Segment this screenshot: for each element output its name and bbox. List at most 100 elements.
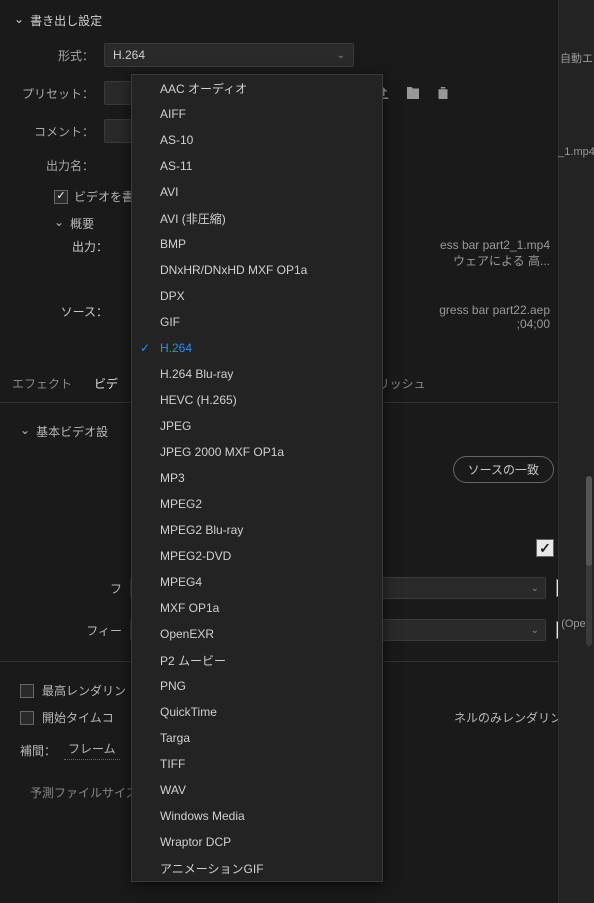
- export-video-checkbox[interactable]: [54, 190, 68, 204]
- format-option[interactable]: QuickTime: [132, 699, 382, 725]
- format-option[interactable]: AS-10: [132, 127, 382, 153]
- format-option[interactable]: MXF OP1a: [132, 595, 382, 621]
- format-option-label: JPEG 2000 MXF OP1a: [160, 445, 284, 459]
- format-option[interactable]: H.264 Blu-ray: [132, 361, 382, 387]
- format-value: H.264: [113, 48, 145, 62]
- interp-dropdown[interactable]: フレーム: [64, 740, 120, 760]
- format-option[interactable]: AIFF: [132, 101, 382, 127]
- chevron-down-icon: ⌄: [337, 50, 345, 61]
- format-option-label: MPEG2-DVD: [160, 549, 231, 563]
- alpha-only-label: ネルのみレンダリング: [454, 709, 574, 726]
- max-render-checkbox[interactable]: [20, 684, 34, 698]
- format-option-label: OpenEXR: [160, 627, 214, 641]
- right-file: _1.mp4: [558, 146, 594, 158]
- format-option[interactable]: BMP: [132, 231, 382, 257]
- chevron-down-icon: ⌄: [531, 625, 539, 636]
- format-option-label: AAC オーディオ: [160, 80, 247, 97]
- format-option-label: AS-10: [160, 133, 193, 147]
- format-option[interactable]: JPEG 2000 MXF OP1a: [132, 439, 382, 465]
- format-option-label: アニメーションGIF: [160, 860, 264, 877]
- format-option[interactable]: DPX: [132, 283, 382, 309]
- format-option[interactable]: OpenEXR: [132, 621, 382, 647]
- format-option[interactable]: JPEG: [132, 413, 382, 439]
- format-option[interactable]: Targa: [132, 725, 382, 751]
- section-title: 書き出し設定: [30, 12, 102, 29]
- export-video-label: ビデオを書: [74, 188, 134, 205]
- format-option-label: WAV: [160, 783, 186, 797]
- format-option-label: AIFF: [160, 107, 186, 121]
- comment-label: コメント：: [14, 123, 104, 140]
- format-option[interactable]: PNG: [132, 673, 382, 699]
- match-source-button[interactable]: ソースの一致: [453, 456, 554, 483]
- format-option[interactable]: Windows Media: [132, 803, 382, 829]
- format-option-label: AS-11: [160, 159, 192, 173]
- preset-label: プリセット：: [14, 85, 104, 102]
- format-option[interactable]: Wraptor DCP: [132, 829, 382, 855]
- format-option[interactable]: TIFF: [132, 751, 382, 777]
- scrollbar-thumb[interactable]: [586, 476, 592, 566]
- tab-effect[interactable]: エフェクト: [10, 371, 74, 396]
- interp-label: 補間：: [20, 742, 56, 759]
- import-preset-icon[interactable]: [404, 84, 422, 102]
- format-option[interactable]: MPEG4: [132, 569, 382, 595]
- format-option-label: Windows Media: [160, 809, 245, 823]
- format-option-label: H.264: [160, 341, 192, 355]
- format-option[interactable]: GIF: [132, 309, 382, 335]
- format-option-label: DNxHR/DNxHD MXF OP1a: [160, 263, 307, 277]
- format-option-label: MPEG2: [160, 497, 202, 511]
- format-option-label: MP3: [160, 471, 185, 485]
- format-option-label: PNG: [160, 679, 186, 693]
- format-option-label: QuickTime: [160, 705, 217, 719]
- format-option[interactable]: ✓ H.264: [132, 335, 382, 361]
- format-option-label: AVI: [160, 185, 178, 199]
- format-option-label: HEVC (H.265): [160, 393, 237, 407]
- format-option[interactable]: HEVC (H.265): [132, 387, 382, 413]
- format-option[interactable]: DNxHR/DNxHD MXF OP1a: [132, 257, 382, 283]
- check-icon: ✓: [140, 341, 150, 355]
- format-option-label: TIFF: [160, 757, 185, 771]
- start-tc-checkbox[interactable]: [20, 711, 34, 725]
- format-option-label: Targa: [160, 731, 190, 745]
- field-label: フィー: [20, 622, 130, 639]
- format-option[interactable]: AVI: [132, 179, 382, 205]
- format-option-label: MPEG2 Blu-ray: [160, 523, 243, 537]
- format-option[interactable]: AAC オーディオ: [132, 75, 382, 101]
- format-option-label: DPX: [160, 289, 185, 303]
- checkbox-1[interactable]: [536, 539, 554, 557]
- output-label: 出力：: [54, 238, 114, 269]
- format-option[interactable]: アニメーションGIF: [132, 855, 382, 881]
- format-option-label: P2 ムービー: [160, 652, 226, 669]
- basic-video-label: 基本ビデオ設: [36, 423, 108, 440]
- delete-preset-icon[interactable]: [434, 84, 452, 102]
- chevron-down-icon: [20, 425, 30, 439]
- fr-label: フ: [20, 580, 130, 597]
- format-option-label: MPEG4: [160, 575, 202, 589]
- outputname-label: 出力名：: [14, 157, 104, 174]
- overview-label: 概要: [70, 215, 94, 232]
- chevron-down-icon: ⌄: [531, 583, 539, 594]
- format-option-label: JPEG: [160, 419, 191, 433]
- format-option[interactable]: MPEG2 Blu-ray: [132, 517, 382, 543]
- section-header[interactable]: 書き出し設定: [14, 12, 580, 29]
- scrollbar[interactable]: [586, 476, 592, 646]
- format-option[interactable]: P2 ムービー: [132, 647, 382, 673]
- right-strip: 自動エ _1.mp4 (Open: [558, 0, 594, 903]
- chevron-down-icon: [14, 14, 24, 28]
- tab-video[interactable]: ビデ: [92, 371, 120, 396]
- format-options-menu: AAC オーディオ AIFF AS-10 AS-11 AVI AVI (非圧縮) BMP DN…: [131, 74, 383, 882]
- chevron-down-icon: [54, 217, 64, 231]
- format-dropdown[interactable]: H.264 ⌄: [104, 43, 354, 67]
- format-option[interactable]: AVI (非圧縮): [132, 205, 382, 231]
- format-option[interactable]: AS-11: [132, 153, 382, 179]
- format-label: 形式：: [14, 47, 104, 64]
- format-option-label: Wraptor DCP: [160, 835, 231, 849]
- format-option[interactable]: WAV: [132, 777, 382, 803]
- format-option[interactable]: MPEG2: [132, 491, 382, 517]
- source-label: ソース：: [54, 303, 114, 331]
- format-option-label: BMP: [160, 237, 186, 251]
- max-render-label: 最高レンダリン: [42, 682, 126, 699]
- format-option[interactable]: MPEG2-DVD: [132, 543, 382, 569]
- format-option-label: MXF OP1a: [160, 601, 219, 615]
- right-auto: 自動エ: [560, 50, 593, 66]
- format-option[interactable]: MP3: [132, 465, 382, 491]
